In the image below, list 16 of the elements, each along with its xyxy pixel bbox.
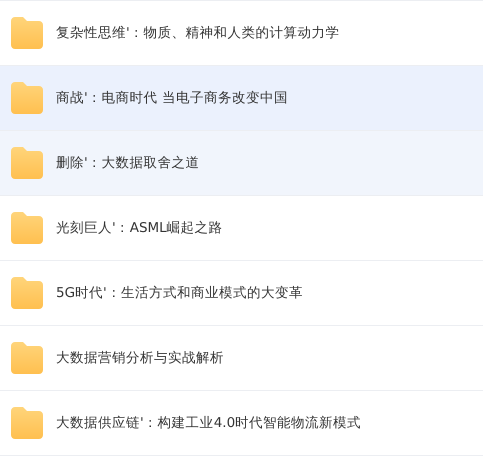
folder-name: 光刻巨人'：ASML崛起之路 (56, 219, 223, 237)
folder-icon (11, 277, 43, 309)
folder-icon (11, 407, 43, 439)
folder-name: 商战'：电商时代 当电子商务改变中国 (56, 89, 288, 107)
folder-icon (11, 342, 43, 374)
folder-icon (11, 82, 43, 114)
folder-name: 大数据供应链'：构建工业4.0时代智能物流新模式 (56, 414, 362, 432)
folder-icon (11, 212, 43, 244)
folder-row[interactable]: 商战'：电商时代 当电子商务改变中国 (0, 66, 483, 131)
folder-icon (11, 17, 43, 49)
folder-name: 删除'：大数据取舍之道 (56, 154, 200, 172)
folder-name: 大数据营销分析与实战解析 (56, 349, 224, 367)
folder-row[interactable]: 删除'：大数据取舍之道 (0, 131, 483, 196)
folder-name: 复杂性思维'：物质、精神和人类的计算动力学 (56, 24, 340, 42)
folder-icon (11, 147, 43, 179)
folder-name: 5G时代'：生活方式和商业模式的大变革 (56, 284, 303, 302)
